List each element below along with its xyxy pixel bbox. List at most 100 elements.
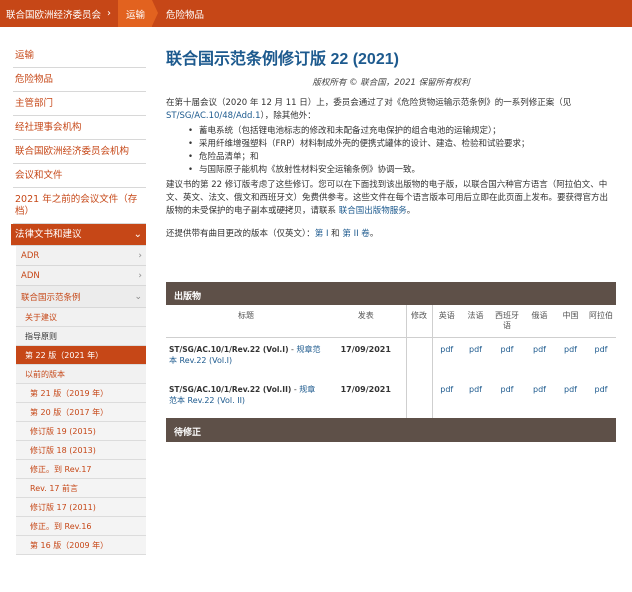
info-text: 。: [406, 206, 416, 216]
publication-modified: [405, 337, 432, 378]
pdf-link-russian[interactable]: pdf: [533, 385, 546, 394]
list-item: 采用纤维增强塑料（FRP）材料制成外壳的便携式罐体的设计、建造、检验和试验要求；: [188, 138, 616, 151]
sidebar-sub3-amend16[interactable]: 修正。到 Rev.16: [16, 517, 146, 536]
table-row: ST/SG/AC.10/1/Rev.22 (Vol.I) - 规章范本 Rev.…: [166, 337, 616, 378]
volume-2-link[interactable]: 第 II 卷: [342, 229, 369, 239]
volume-1-link[interactable]: 第 I: [315, 229, 329, 239]
sidebar-item-archive[interactable]: 2021 年之前的会议文件（存档）: [13, 188, 146, 224]
sidebar-item-label: 法律文书和建议: [15, 229, 82, 240]
volumes-text: 和: [328, 229, 343, 239]
sidebar-item-dangerous-goods[interactable]: 危险物品: [13, 68, 146, 92]
pdf-link-english[interactable]: pdf: [440, 385, 453, 394]
sidebar-nav: 运输 危险物品 主管部门 经社理事会机构 联合国欧洲经济委员会机构 会议和文件 …: [11, 44, 146, 555]
date-text: 17/09/2021: [340, 345, 391, 354]
pdf-link-arabic[interactable]: pdf: [595, 345, 608, 354]
page-title: 联合国示范条例修订版 22 (2021): [166, 51, 399, 68]
volumes-text: 还提供带有曲目更改的版本（仅英文）：: [166, 229, 315, 239]
breadcrumb-item-unece[interactable]: 联合国欧洲经济委员会 ›: [0, 0, 118, 27]
publication-code: ST/SG/AC.10/1/Rev.22 (Vol.II): [169, 384, 292, 394]
sidebar-sub2-about[interactable]: 关于建议: [16, 308, 146, 327]
sidebar-sub3-amend17[interactable]: 修正。到 Rev.17: [16, 460, 146, 479]
main-content: 联合国示范条例修订版 22 (2021) 版权所有 © 联合国，2021 保留所…: [166, 44, 616, 241]
list-item: 危险品清单；和: [188, 151, 616, 164]
intro-text: ），除其他外：: [260, 111, 316, 121]
sidebar-sub2-guidelines[interactable]: 指导原则: [16, 327, 146, 346]
pdf-link-arabic[interactable]: pdf: [595, 385, 608, 394]
pdf-link-french[interactable]: pdf: [469, 385, 482, 394]
sidebar-item-meetings[interactable]: 会议和文件: [13, 164, 146, 188]
chevron-right-icon: ›: [138, 271, 142, 281]
sidebar-sub3-rev21[interactable]: 第 21 版（2019 年）: [16, 384, 146, 403]
sidebar-sub-adn[interactable]: ADN ›: [16, 266, 146, 286]
sidebar-sub2-previous[interactable]: 以前的版本: [16, 365, 146, 384]
breadcrumb-label: 运输: [126, 9, 146, 21]
breadcrumb-item-dangerous-goods[interactable]: 危险物品: [152, 0, 211, 27]
column-header-spanish: 西班牙语: [490, 305, 524, 338]
column-header-english: 英语: [431, 305, 461, 338]
sidebar-item-unece-bodies[interactable]: 联合国欧洲经济委员会机构: [13, 140, 146, 164]
sidebar-item-transport[interactable]: 运输: [13, 44, 146, 68]
list-item: 与国际原子能机构《放射性材料安全运输条例》协调一致。: [188, 164, 616, 177]
copyright-notice: 版权所有 © 联合国，2021 保留所有权利: [312, 78, 470, 88]
pdf-link-chinese[interactable]: pdf: [564, 385, 577, 394]
sidebar-sub3-rev17[interactable]: 修订版 17 (2011): [16, 498, 146, 517]
column-header-french: 法语: [461, 305, 490, 338]
column-header-published: 发表: [326, 305, 406, 338]
amendment-list: 蓄电系统（包括锂电池标志的修改和未配备过充电保护的组合电池的运输规定）； 采用纤…: [188, 125, 616, 177]
volumes-paragraph: 还提供带有曲目更改的版本（仅英文）：第 I 和 第 II 卷。: [166, 228, 616, 241]
chevron-down-icon: ⌄: [133, 229, 142, 240]
sidebar-sub3-rev18[interactable]: 修订版 18 (2013): [16, 441, 146, 460]
pdf-link-russian[interactable]: pdf: [533, 345, 546, 354]
publications-table: 标题 发表 修改 英语 法语 西班牙语 俄语 中国 阿拉伯 ST/SG/AC.1…: [166, 305, 616, 418]
sidebar-item-label: ADR: [21, 251, 40, 261]
publications-section: 出版物 标题 发表 修改 英语 法语 西班牙语 俄语 中国 阿拉伯 ST/SG/…: [166, 282, 616, 442]
breadcrumb-label: 联合国欧洲经济委员会: [6, 9, 102, 21]
column-header-title: 标题: [166, 305, 326, 338]
sidebar-item-authorities[interactable]: 主管部门: [13, 92, 146, 116]
publication-modified: [405, 377, 432, 418]
sidebar-sub3-rev20[interactable]: 第 20 版（2017 年）: [16, 403, 146, 422]
column-header-chinese: 中国: [555, 305, 586, 338]
column-header-modified: 修改: [405, 305, 432, 338]
un-publications-link[interactable]: 联合国出版物服务: [339, 206, 407, 216]
sidebar-item-legal-instruments[interactable]: 法律文书和建议 ⌄: [11, 224, 146, 246]
publication-title-cell: ST/SG/AC.10/1/Rev.22 (Vol.II) - 规章范本 Rev…: [166, 378, 326, 418]
sidebar-item-ecosoc-bodies[interactable]: 经社理事会机构: [13, 116, 146, 140]
column-header-arabic: 阿拉伯: [586, 305, 616, 338]
chevron-down-icon: ⌄: [134, 292, 142, 302]
publications-header: 出版物: [166, 282, 616, 305]
sidebar-sub3-rev16[interactable]: 第 16 版（2009 年）: [16, 536, 146, 555]
sidebar-item-label: ADN: [21, 271, 40, 281]
pdf-link-chinese[interactable]: pdf: [564, 345, 577, 354]
sidebar-sub3-foreword17[interactable]: Rev. 17 前言: [16, 479, 146, 498]
info-paragraph: 建议书的第 22 修订版考虑了这些修订。您可以在下面找到该出版物的电子版，以联合…: [166, 179, 616, 218]
breadcrumb: 联合国欧洲经济委员会 › 运输 危险物品: [0, 0, 632, 27]
publication-code: ST/SG/AC.10/1/Rev.22 (Vol.I): [169, 345, 289, 354]
sidebar-item-label: 联合国示范条例: [21, 293, 81, 303]
pdf-link-english[interactable]: pdf: [440, 345, 453, 354]
publication-date: 17/09/2021: [326, 338, 406, 378]
intro-text: 在第十届会议（2020 年 12 月 11 日）上，委员会通过了对《危险货物运输…: [166, 98, 572, 108]
table-header-row: 标题 发表 修改 英语 法语 西班牙语 俄语 中国 阿拉伯: [166, 305, 616, 338]
sidebar-sub2-rev22[interactable]: 第 22 版（2021 年）: [16, 346, 146, 365]
list-item: 蓄电系统（包括锂电池标志的修改和未配备过充电保护的组合电池的运输规定）；: [188, 125, 616, 138]
breadcrumb-label: 危险物品: [166, 9, 205, 21]
publication-title-cell: ST/SG/AC.10/1/Rev.22 (Vol.I) - 规章范本 Rev.…: [166, 338, 326, 378]
column-header-russian: 俄语: [524, 305, 555, 338]
corrigenda-header: 待修正: [166, 417, 616, 442]
document-link-add1[interactable]: ST/SG/AC.10/48/Add.1: [166, 111, 261, 121]
date-text: 17/09/2021: [340, 384, 391, 394]
sidebar-sub-model-regulations[interactable]: 联合国示范条例 ⌄: [16, 286, 146, 308]
pdf-link-spanish[interactable]: pdf: [501, 345, 514, 354]
pdf-link-spanish[interactable]: pdf: [501, 385, 514, 394]
sidebar-sub-adr[interactable]: ADR ›: [16, 246, 146, 266]
sidebar-sub3-rev19[interactable]: 修订版 19 (2015): [16, 422, 146, 441]
chevron-right-icon: ›: [138, 251, 142, 261]
table-row: ST/SG/AC.10/1/Rev.22 (Vol.II) - 规章范本 Rev…: [166, 377, 616, 418]
breadcrumb-item-transport[interactable]: 运输: [118, 0, 159, 27]
pdf-link-french[interactable]: pdf: [469, 345, 482, 354]
sidebar-item-label: 第 22 版（2021 年）: [25, 351, 104, 360]
intro-paragraph: 在第十届会议（2020 年 12 月 11 日）上，委员会通过了对《危险货物运输…: [166, 97, 616, 123]
chevron-right-icon: ›: [107, 8, 112, 19]
publication-date: 17/09/2021: [326, 378, 406, 418]
